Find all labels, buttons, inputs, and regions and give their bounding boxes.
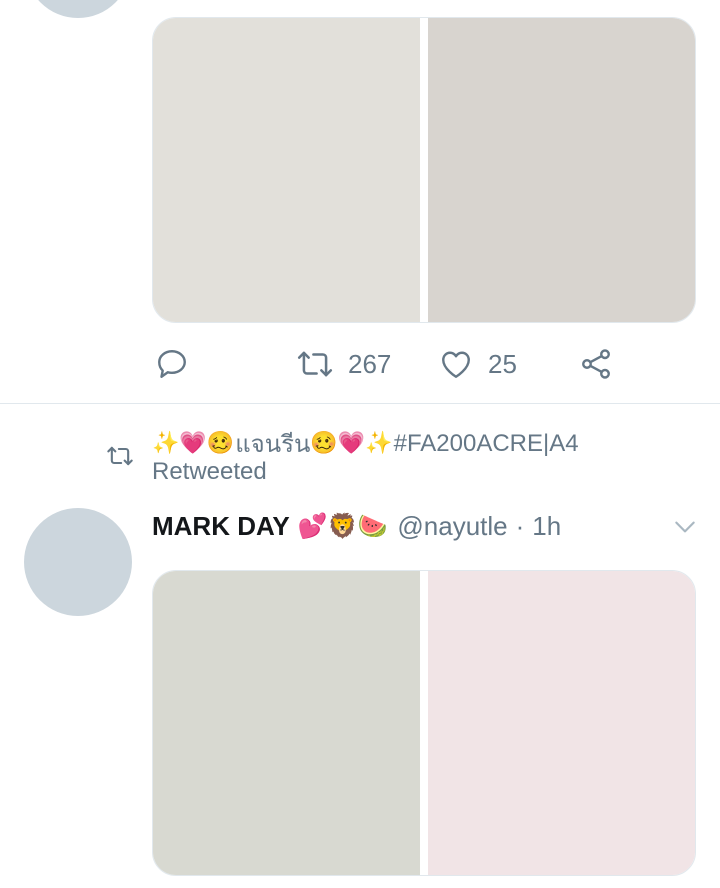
tweet-header: MARK DAY 💕🦁🍉 @nayutle · 1h [152, 506, 561, 546]
retweeter-hashtag: #FA200ACRE|A4 [393, 429, 579, 457]
retweet-icon [107, 446, 133, 466]
tweet-timestamp[interactable]: 1h [532, 511, 561, 542]
reply-icon [158, 350, 186, 378]
media-image-left[interactable] [153, 571, 420, 875]
user-handle[interactable]: @nayutle [397, 511, 507, 542]
media-image-right[interactable] [428, 571, 695, 875]
retweet-icon [297, 351, 333, 377]
retweet-button[interactable]: 267 [296, 340, 391, 388]
like-count: 25 [488, 348, 517, 379]
share-icon [582, 349, 610, 379]
retweeted-label: Retweeted [152, 458, 267, 485]
tweet-action-bar: 267 25 [0, 340, 720, 388]
media-divider [420, 18, 428, 322]
heart-icon [442, 351, 470, 378]
tweet-menu-button[interactable] [672, 514, 698, 545]
media-image-right[interactable] [428, 18, 695, 322]
retweeter-emoji-suffix: 🥴💗✨ [310, 430, 393, 456]
retweeted-indicator [106, 442, 134, 475]
display-name[interactable]: MARK DAY [152, 511, 290, 542]
media-divider [420, 571, 428, 875]
tweet-media-grid[interactable] [152, 570, 696, 876]
avatar[interactable] [25, 0, 131, 18]
chevron-down-icon [675, 521, 695, 533]
meta-separator: · [515, 510, 525, 541]
like-button[interactable]: 25 [438, 340, 517, 388]
retweeter-emoji-prefix: ✨💗🥴 [152, 430, 235, 456]
display-name-emojis: 💕🦁🍉 [297, 512, 388, 540]
avatar[interactable] [24, 508, 132, 616]
media-image-left[interactable] [153, 18, 420, 322]
tweet-media-grid[interactable] [152, 17, 696, 323]
retweet-count: 267 [348, 348, 392, 379]
reply-button[interactable] [154, 340, 190, 388]
share-button[interactable] [578, 340, 614, 388]
tweet-divider [0, 403, 720, 404]
